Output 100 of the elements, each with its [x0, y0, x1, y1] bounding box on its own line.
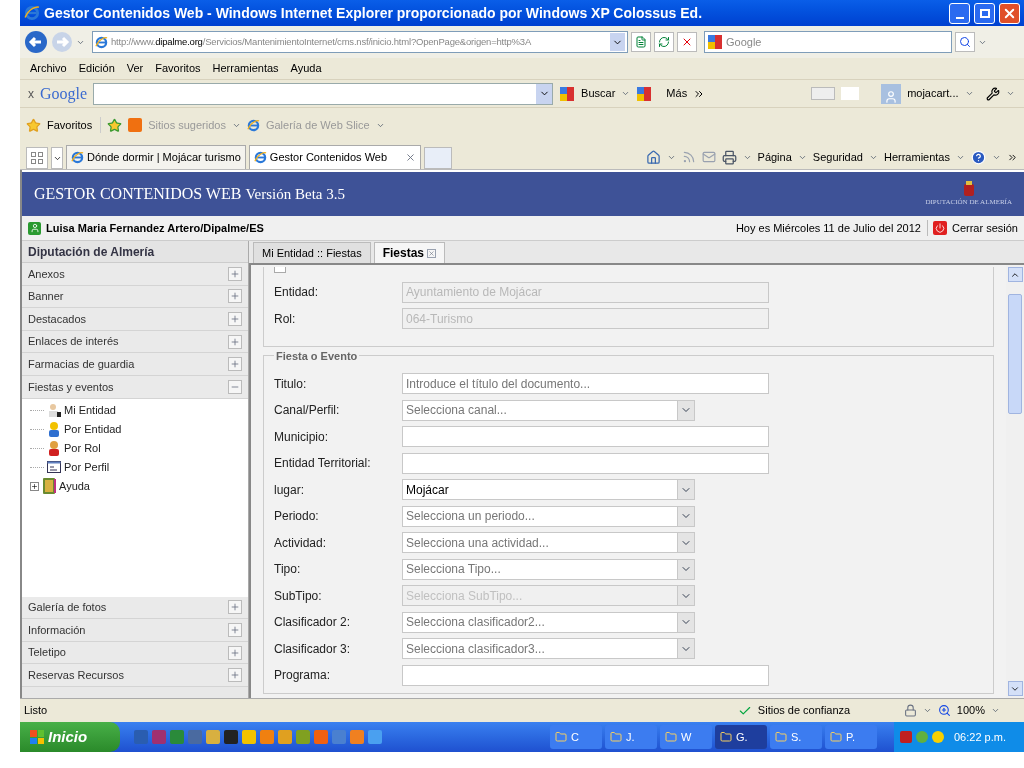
settings-icon[interactable]: [985, 86, 1000, 101]
content-tab[interactable]: Fiestas: [373, 242, 445, 263]
close-tab-icon[interactable]: [427, 248, 436, 258]
dropdown-button[interactable]: [677, 506, 694, 526]
menu-item[interactable]: Archivo: [30, 60, 67, 77]
more-button[interactable]: Más: [666, 85, 688, 102]
taskbar-button[interactable]: S.: [770, 725, 822, 749]
program-icon[interactable]: [242, 730, 256, 744]
add-favorite-icon[interactable]: [107, 117, 123, 133]
select-field[interactable]: Selecciona un periodo...: [402, 505, 695, 527]
browser-tab[interactable]: Gestor Contenidos Web: [248, 145, 421, 169]
tray-icon[interactable]: [932, 731, 944, 743]
tree-item[interactable]: Por Entidad: [30, 419, 240, 439]
dropdown-button[interactable]: [677, 533, 694, 553]
command-menu[interactable]: Página: [757, 148, 792, 166]
content-tab[interactable]: Mi Entidad :: Fiestas: [253, 242, 371, 263]
select-field[interactable]: Selecciona clasificador3...: [402, 638, 695, 660]
taskbar-button[interactable]: P.: [825, 725, 877, 749]
select-field[interactable]: Selecciona canal...: [402, 399, 695, 421]
lock-icon[interactable]: [903, 704, 917, 717]
select-field[interactable]: Selecciona Tipo...: [402, 558, 695, 580]
crest-icon: [962, 180, 975, 197]
favorites-button[interactable]: Favoritos: [47, 116, 102, 134]
program-icon[interactable]: [260, 730, 274, 744]
taskbar-button[interactable]: C: [550, 725, 602, 749]
folder-icon: [775, 731, 787, 743]
program-icon[interactable]: [350, 730, 364, 744]
minimize-button[interactable]: [949, 2, 970, 24]
program-icon[interactable]: [224, 730, 238, 744]
start-button[interactable]: Inicio: [20, 722, 120, 752]
tree-item[interactable]: Mi Entidad: [30, 400, 240, 420]
search-icon[interactable]: [955, 32, 975, 52]
google-search-field[interactable]: [93, 82, 554, 105]
print-icon[interactable]: [721, 149, 737, 165]
close-toolbar-button[interactable]: x: [28, 84, 34, 103]
compatibility-icon[interactable]: [631, 32, 651, 52]
program-icon[interactable]: [206, 730, 220, 744]
input-field[interactable]: [402, 452, 769, 474]
taskbar-button[interactable]: G.: [715, 725, 767, 749]
star-icon[interactable]: [26, 117, 41, 133]
command-menu[interactable]: Seguridad: [812, 148, 863, 166]
tree-item[interactable]: Por Rol: [30, 438, 240, 458]
dropdown-button[interactable]: [677, 400, 694, 420]
dropdown-button[interactable]: [610, 33, 625, 51]
menu-item[interactable]: Herramientas: [212, 60, 279, 77]
account-name[interactable]: mojacart...: [907, 85, 959, 102]
back-button[interactable]: [24, 30, 48, 54]
menu-item[interactable]: Favoritos: [155, 60, 201, 77]
expand-icon[interactable]: [30, 481, 39, 491]
select-field[interactable]: Selecciona clasificador2...: [402, 611, 695, 633]
program-icon[interactable]: [170, 730, 184, 744]
home-icon[interactable]: [645, 149, 661, 165]
new-tab-button[interactable]: [423, 147, 452, 169]
search-button[interactable]: Buscar: [581, 85, 616, 102]
dropdown-button[interactable]: [536, 83, 553, 104]
quick-tabs-icon[interactable]: [26, 147, 48, 169]
menu-item[interactable]: Edición: [78, 60, 115, 77]
refresh-icon[interactable]: [654, 32, 674, 52]
stop-icon[interactable]: [677, 32, 697, 52]
search-field[interactable]: Google: [704, 31, 952, 53]
command-menu[interactable]: Herramientas: [883, 148, 950, 166]
dropdown-button[interactable]: [677, 480, 694, 500]
help-icon[interactable]: [971, 149, 986, 165]
select-field[interactable]: Selecciona una actividad...: [402, 532, 695, 554]
browser-tab[interactable]: Dónde dormir | Mojácar turismo: [66, 145, 246, 169]
input-field[interactable]: [402, 426, 769, 448]
program-icon[interactable]: [296, 730, 310, 744]
program-icon[interactable]: [314, 730, 328, 744]
select-field[interactable]: Mojácar: [402, 479, 695, 501]
program-icon[interactable]: [368, 730, 382, 744]
maximize-button[interactable]: [974, 2, 995, 24]
shield-icon[interactable]: [900, 731, 912, 743]
input-field[interactable]: Introduce el título del documento...: [402, 373, 769, 395]
menu-item[interactable]: Ayuda: [290, 60, 322, 77]
program-icon[interactable]: [332, 730, 346, 744]
windows-logo: [30, 730, 44, 744]
task-label: C: [571, 729, 579, 745]
close-tab-icon[interactable]: [404, 152, 416, 163]
taskbar-button[interactable]: W: [660, 725, 712, 749]
tree-item[interactable]: Ayuda: [30, 476, 240, 496]
input-field[interactable]: [402, 664, 769, 686]
tab-list-button[interactable]: [51, 147, 63, 169]
address-field[interactable]: http://www.dipalme.org/Servicios/MantenimientoInternet/cms.nsf/inicio.html?OpenPage&origen=http%3A: [92, 31, 628, 53]
scroll-up-button[interactable]: [1007, 267, 1023, 282]
scroll-thumb[interactable]: [1008, 294, 1022, 414]
dropdown-button[interactable]: [677, 639, 694, 659]
zoom-level[interactable]: 100%: [956, 702, 985, 719]
logout-link[interactable]: Cerrar sesión: [951, 219, 1018, 237]
taskbar-button[interactable]: J.: [605, 725, 657, 749]
menu-item[interactable]: Ver: [126, 60, 144, 77]
dropdown-button[interactable]: [677, 559, 694, 579]
feed-icon[interactable]: [681, 150, 696, 164]
network-icon[interactable]: [916, 731, 928, 743]
program-icon[interactable]: [278, 730, 292, 744]
scroll-down-button[interactable]: [1007, 681, 1023, 696]
mail-icon[interactable]: [701, 150, 716, 164]
dropdown-button[interactable]: [677, 612, 694, 632]
tree-item[interactable]: Por Perfil: [30, 457, 240, 477]
close-button[interactable]: [999, 2, 1020, 24]
folder-icon: [830, 731, 842, 743]
